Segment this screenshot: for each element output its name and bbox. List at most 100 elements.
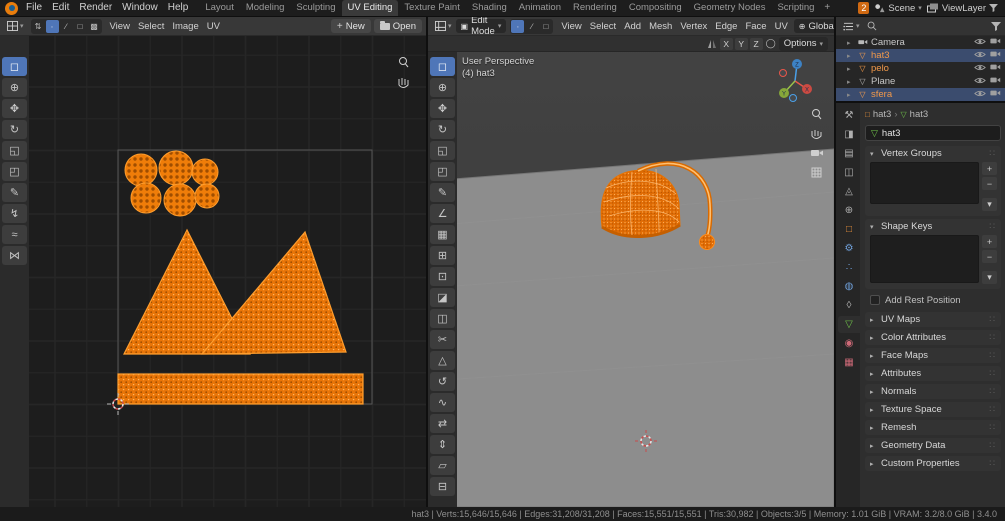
tool-shear[interactable]: ▱ xyxy=(430,456,455,475)
breadcrumb-data[interactable]: hat3 xyxy=(910,109,929,120)
tool-move[interactable]: ✥ xyxy=(2,99,27,118)
select-vertex-button[interactable]: ∙ xyxy=(45,19,59,33)
tool-bevel[interactable]: ◪ xyxy=(430,288,455,307)
panel-face-maps[interactable]: ▸ Face Maps ∷ xyxy=(865,348,1001,363)
mode-dropdown[interactable]: ▣ Edit Mode ▾ xyxy=(455,17,507,37)
workspace-tab-rendering[interactable]: Rendering xyxy=(567,0,623,16)
select-island-button[interactable]: ▩ xyxy=(88,20,101,33)
add-rest-position-checkbox[interactable] xyxy=(870,295,880,305)
vertex-group-specials-button[interactable]: ▾ xyxy=(982,198,997,211)
uv-island-triangle-right[interactable] xyxy=(200,230,347,355)
workspace-tab-layout[interactable]: Layout xyxy=(199,0,240,16)
tool-select-box[interactable]: ◻ xyxy=(2,57,27,76)
disable-in-renders-icon[interactable] xyxy=(990,89,1001,100)
remove-vertex-group-button[interactable]: − xyxy=(982,177,997,190)
mesh-name-field[interactable]: ▽ hat3 xyxy=(865,125,1001,141)
vertex-groups-header[interactable]: ▾ Vertex Groups ∷ xyxy=(865,146,1001,161)
tool-scale[interactable]: ◱ xyxy=(2,141,27,160)
menu-file[interactable]: File xyxy=(21,0,47,16)
tool-move[interactable]: ✥ xyxy=(430,99,455,118)
open-image-button[interactable]: Open xyxy=(373,19,422,33)
shape-keys-list[interactable] xyxy=(870,235,979,283)
tool-grab[interactable]: ↯ xyxy=(2,204,27,223)
add-workspace-button[interactable]: + xyxy=(820,0,834,16)
properties-tab-output[interactable]: ▤ xyxy=(838,145,860,162)
menu-image[interactable]: Image xyxy=(168,17,202,36)
workspace-tab-compositing[interactable]: Compositing xyxy=(623,0,688,16)
workspace-tab-shading[interactable]: Shading xyxy=(466,0,513,16)
panel-uv-maps[interactable]: ▸ UV Maps ∷ xyxy=(865,312,1001,327)
properties-tab-modifiers[interactable]: ⚙ xyxy=(838,240,860,257)
hide-eye-icon[interactable] xyxy=(974,89,986,101)
disable-in-renders-icon[interactable] xyxy=(990,50,1001,61)
expand-icon[interactable]: ▸ xyxy=(847,65,854,73)
tool-annotate[interactable]: ✎ xyxy=(2,183,27,202)
transform-orientation-dropdown[interactable]: ⊕ Global ▾ xyxy=(793,19,834,33)
tool-transform[interactable]: ◰ xyxy=(430,162,455,181)
hide-eye-icon[interactable] xyxy=(974,76,986,88)
menu-window[interactable]: Window xyxy=(117,0,163,16)
tool-scale[interactable]: ◱ xyxy=(430,141,455,160)
outliner-item-sfera[interactable]: ▸ ▽ sfera xyxy=(836,88,1005,101)
uv-island-cluster[interactable] xyxy=(124,150,220,217)
tool-edge-slide[interactable]: ⇄ xyxy=(430,414,455,433)
workspace-tab-animation[interactable]: Animation xyxy=(513,0,567,16)
panel-remesh[interactable]: ▸ Remesh ∷ xyxy=(865,420,1001,435)
select-edge-button[interactable]: ∕ xyxy=(525,20,538,33)
menu-uv[interactable]: UV xyxy=(203,17,224,36)
tool-loop-cut[interactable]: ◫ xyxy=(430,309,455,328)
tool-pinch[interactable]: ⋈ xyxy=(2,246,27,265)
properties-tab-particles[interactable]: ∴ xyxy=(838,259,860,276)
menu-select[interactable]: Select xyxy=(134,17,168,36)
tool-measure[interactable]: ∠ xyxy=(430,204,455,223)
shape-keys-header[interactable]: ▾ Shape Keys ∷ xyxy=(865,219,1001,234)
expand-icon[interactable]: ▸ xyxy=(847,91,854,99)
tool-smooth[interactable]: ∿ xyxy=(430,393,455,412)
menu-mesh[interactable]: Mesh xyxy=(645,17,676,36)
menu-view[interactable]: View xyxy=(557,17,585,36)
outliner-item-plane[interactable]: ▸ ▽ Plane xyxy=(836,75,1005,88)
select-face-button[interactable]: □ xyxy=(539,20,552,33)
workspace-tab-scripting[interactable]: Scripting xyxy=(771,0,820,16)
select-edge-button[interactable]: ∕ xyxy=(60,20,73,33)
sync-select-button[interactable]: ⇅ xyxy=(32,20,45,33)
tool-rotate[interactable]: ↻ xyxy=(2,120,27,139)
filter-funnel-icon[interactable] xyxy=(989,4,998,12)
workspace-tab-sculpting[interactable]: Sculpting xyxy=(290,0,341,16)
blender-logo-icon[interactable] xyxy=(5,1,18,15)
properties-tab-constraints[interactable]: ◊ xyxy=(838,297,860,314)
menu-uv[interactable]: UV xyxy=(771,17,792,36)
disable-in-renders-icon[interactable] xyxy=(990,63,1001,74)
menu-edge[interactable]: Edge xyxy=(711,17,741,36)
vertex-groups-list[interactable] xyxy=(870,162,979,204)
properties-tab-scene[interactable]: ◬ xyxy=(838,183,860,200)
panel-custom-properties[interactable]: ▸ Custom Properties ∷ xyxy=(865,456,1001,471)
properties-tab-object-data[interactable]: ▽ xyxy=(838,316,860,333)
tool-inset[interactable]: ⊡ xyxy=(430,267,455,286)
gizmo-neg-x-axis[interactable] xyxy=(779,69,787,77)
tool-rotate[interactable]: ↻ xyxy=(430,120,455,139)
new-image-button[interactable]: + New xyxy=(330,19,371,33)
workspace-tab-texture-paint[interactable]: Texture Paint xyxy=(398,0,465,16)
panel-color-attributes[interactable]: ▸ Color Attributes ∷ xyxy=(865,330,1001,345)
search-icon[interactable] xyxy=(867,21,877,31)
add-shape-key-button[interactable]: + xyxy=(982,235,997,248)
panel-attributes[interactable]: ▸ Attributes ∷ xyxy=(865,366,1001,381)
view-layer-selector[interactable]: ViewLayer xyxy=(926,3,998,14)
hat-pompom[interactable] xyxy=(699,234,715,250)
pan-icon[interactable] xyxy=(398,78,409,88)
viewport-canvas[interactable]: Z X Y xyxy=(428,36,834,507)
expand-icon[interactable]: ▸ xyxy=(847,39,854,47)
breadcrumb-object[interactable]: hat3 xyxy=(873,109,892,120)
outliner-editor-type-button[interactable]: ▾ xyxy=(840,22,863,31)
workspace-tab-geometry-nodes[interactable]: Geometry Nodes xyxy=(688,0,772,16)
outliner-item-camera[interactable]: ▸ Camera xyxy=(836,36,1005,49)
properties-tab-tool[interactable]: ⚒ xyxy=(838,107,860,124)
select-vertex-button[interactable]: ∙ xyxy=(511,19,525,33)
panel-geometry-data[interactable]: ▸ Geometry Data ∷ xyxy=(865,438,1001,453)
shape-key-specials-button[interactable]: ▾ xyxy=(982,271,997,284)
disable-in-renders-icon[interactable] xyxy=(990,76,1001,87)
hide-eye-icon[interactable] xyxy=(974,50,986,62)
tool-cursor[interactable]: ⊕ xyxy=(2,78,27,97)
outliner-item-hat3[interactable]: ▸ ▽ hat3 xyxy=(836,49,1005,62)
